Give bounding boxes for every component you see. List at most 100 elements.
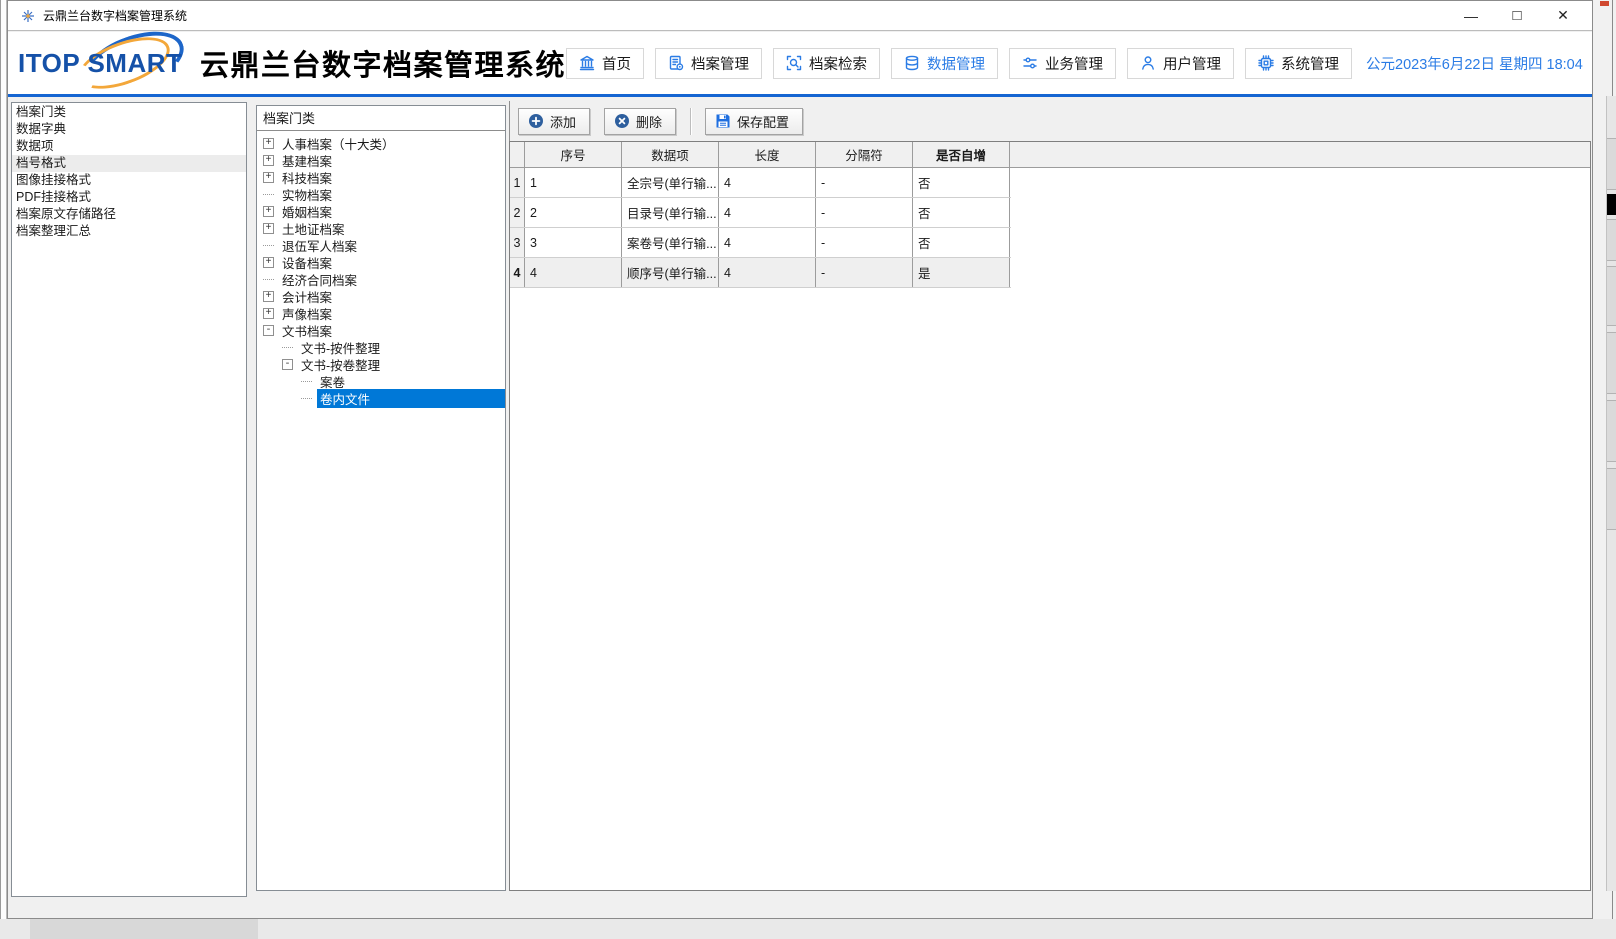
cell-r1-c4[interactable]: 否 [913, 198, 1010, 227]
row-header[interactable]: 1 [510, 168, 525, 197]
cell-r3-c2[interactable]: 4 [719, 258, 816, 287]
tree-item-13[interactable]: -文书-按卷整理 [257, 356, 505, 373]
expand-icon[interactable]: + [263, 155, 274, 166]
cell-r3-c1[interactable]: 顺序号(单行输... [622, 258, 719, 287]
expand-icon[interactable]: + [263, 308, 274, 319]
tree-item-3[interactable]: 实物档案 [257, 186, 505, 203]
expand-icon[interactable]: + [263, 223, 274, 234]
cell-r0-c4[interactable]: 否 [913, 168, 1010, 197]
row-header[interactable]: 4 [510, 258, 525, 287]
column-header-0[interactable]: 序号 [525, 142, 622, 167]
tree-connector [301, 381, 312, 382]
tree-item-12[interactable]: 文书-按件整理 [257, 339, 505, 356]
tree-item-11[interactable]: -文书档案 [257, 322, 505, 339]
cell-r3-c4[interactable]: 是 [913, 258, 1010, 287]
sidebar-item-5[interactable]: PDF挂接格式 [12, 189, 246, 206]
scrollbar-segment [1607, 332, 1616, 394]
nav-label: 首页 [602, 53, 631, 74]
cell-r1-c2[interactable]: 4 [719, 198, 816, 227]
delete-button[interactable]: 删除 [604, 108, 676, 135]
sidebar-item-7[interactable]: 档案整理汇总 [12, 223, 246, 240]
collapse-icon[interactable]: - [282, 359, 293, 370]
scrollbar-segment [1607, 266, 1616, 326]
grid-header-row: 序号数据项长度分隔符是否自增 [510, 142, 1590, 168]
tree-item-9[interactable]: +会计档案 [257, 288, 505, 305]
cell-r2-c0[interactable]: 3 [525, 228, 622, 257]
save-config-button[interactable]: 保存配置 [705, 108, 803, 135]
column-header-1[interactable]: 数据项 [622, 142, 719, 167]
cell-r2-c1[interactable]: 案卷号(单行输... [622, 228, 719, 257]
nav-button-user-management[interactable]: 用户管理 [1127, 48, 1234, 79]
scrollbar-segment [1607, 468, 1616, 530]
column-header-4[interactable]: 是否自增 [913, 142, 1010, 167]
nav-button-data-management[interactable]: 数据管理 [891, 48, 998, 79]
tree-item-5[interactable]: +土地证档案 [257, 220, 505, 237]
column-header-3[interactable]: 分隔符 [816, 142, 913, 167]
expand-icon[interactable]: + [263, 206, 274, 217]
nav-label: 系统管理 [1281, 53, 1339, 74]
cell-r1-c3[interactable]: - [816, 198, 913, 227]
tree-item-0[interactable]: +人事档案（十大类） [257, 135, 505, 152]
nav-label: 档案管理 [691, 53, 749, 74]
sliders-icon [1022, 55, 1038, 71]
row-header[interactable]: 2 [510, 198, 525, 227]
tree-item-4[interactable]: +婚姻档案 [257, 203, 505, 220]
nav-button-archive-search[interactable]: 档案检索 [773, 48, 880, 79]
tree-item-7[interactable]: +设备档案 [257, 254, 505, 271]
tree-item-1[interactable]: +基建档案 [257, 152, 505, 169]
tree-item-2[interactable]: +科技档案 [257, 169, 505, 186]
expand-icon[interactable]: + [263, 291, 274, 302]
window-controls: — □ ✕ [1448, 2, 1586, 30]
cell-r0-c2[interactable]: 4 [719, 168, 816, 197]
tree-item-14[interactable]: 案卷 [257, 373, 505, 390]
cell-r0-c1[interactable]: 全宗号(单行输... [622, 168, 719, 197]
expand-icon[interactable]: + [263, 138, 274, 149]
cell-r2-c2[interactable]: 4 [719, 228, 816, 257]
close-button[interactable]: ✕ [1540, 2, 1586, 30]
sidebar-item-2[interactable]: 数据项 [12, 138, 246, 155]
column-header-2[interactable]: 长度 [719, 142, 816, 167]
cell-r2-c4[interactable]: 否 [913, 228, 1010, 257]
scrollbar-thumb[interactable] [1607, 194, 1616, 215]
category-tree-panel: 档案门类 +人事档案（十大类）+基建档案+科技档案实物档案+婚姻档案+土地证档案… [256, 105, 506, 891]
cell-r1-c1[interactable]: 目录号(单行输... [622, 198, 719, 227]
expand-icon[interactable]: + [263, 172, 274, 183]
maximize-button[interactable]: □ [1494, 2, 1540, 30]
nav-button-system-management[interactable]: 系统管理 [1245, 48, 1352, 79]
tree-item-10[interactable]: +声像档案 [257, 305, 505, 322]
collapse-icon[interactable]: - [263, 325, 274, 336]
cell-r0-c3[interactable]: - [816, 168, 913, 197]
titlebar: 云鼎兰台数字档案管理系统 — □ ✕ [8, 1, 1592, 31]
tree-item-6[interactable]: 退伍军人档案 [257, 237, 505, 254]
nav-label: 用户管理 [1163, 53, 1221, 74]
tree-item-15[interactable]: 卷内文件 [257, 390, 505, 407]
sidebar-item-3[interactable]: 档号格式 [12, 155, 246, 172]
cell-r1-c0[interactable]: 2 [525, 198, 622, 227]
add-button[interactable]: 添加 [518, 108, 590, 135]
tree-connector [263, 194, 274, 195]
header: ITOP SMART 云鼎兰台数字档案管理系统 首页档案管理档案检索数据管理业务… [8, 32, 1592, 94]
cell-r3-c0[interactable]: 4 [525, 258, 622, 287]
table-row-1: 22目录号(单行输...4-否 [510, 198, 1011, 228]
sidebar-item-6[interactable]: 档案原文存储路径 [12, 206, 246, 223]
minimize-button[interactable]: — [1448, 2, 1494, 30]
sidebar-item-1[interactable]: 数据字典 [12, 121, 246, 138]
grid-corner-cell[interactable] [510, 142, 525, 167]
tree-item-8[interactable]: 经济合同档案 [257, 271, 505, 288]
row-header[interactable]: 3 [510, 228, 525, 257]
cell-r0-c0[interactable]: 1 [525, 168, 622, 197]
sidebar: 档案门类数据字典数据项档号格式图像挂接格式PDF挂接格式档案原文存储路径档案整理… [11, 102, 247, 897]
cell-r2-c3[interactable]: - [816, 228, 913, 257]
table-row-2: 33案卷号(单行输...4-否 [510, 228, 1011, 258]
nav-button-archive-management[interactable]: 档案管理 [655, 48, 762, 79]
logo: ITOP SMART [18, 36, 186, 90]
tree-panel-title: 档案门类 [257, 106, 505, 131]
sidebar-item-4[interactable]: 图像挂接格式 [12, 172, 246, 189]
nav-button-home[interactable]: 首页 [566, 48, 644, 79]
nav-label: 数据管理 [927, 53, 985, 74]
sidebar-item-0[interactable]: 档案门类 [12, 104, 246, 121]
cell-r3-c3[interactable]: - [816, 258, 913, 287]
background-scrollbar[interactable] [1606, 96, 1616, 891]
expand-icon[interactable]: + [263, 257, 274, 268]
nav-button-business-management[interactable]: 业务管理 [1009, 48, 1116, 79]
